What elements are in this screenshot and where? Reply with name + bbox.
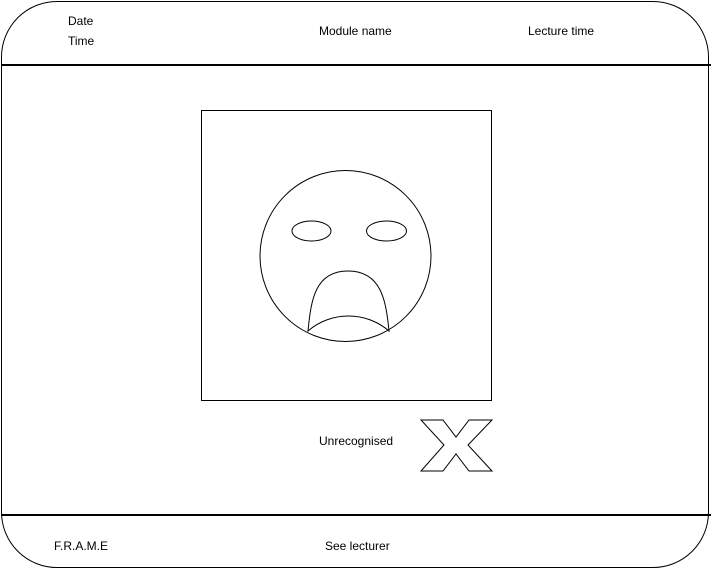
app-brand: F.R.A.M.E	[54, 539, 109, 553]
camera-view	[201, 110, 492, 401]
footer-divider	[1, 514, 711, 516]
see-lecturer-link[interactable]: See lecturer	[325, 539, 390, 553]
date-label: Date	[68, 14, 94, 28]
status-text: Unrecognised	[319, 434, 394, 448]
module-name-label: Module name	[319, 24, 392, 38]
time-label: Time	[68, 34, 95, 48]
header-divider	[1, 64, 711, 66]
lecture-time-label: Lecture time	[528, 24, 595, 38]
